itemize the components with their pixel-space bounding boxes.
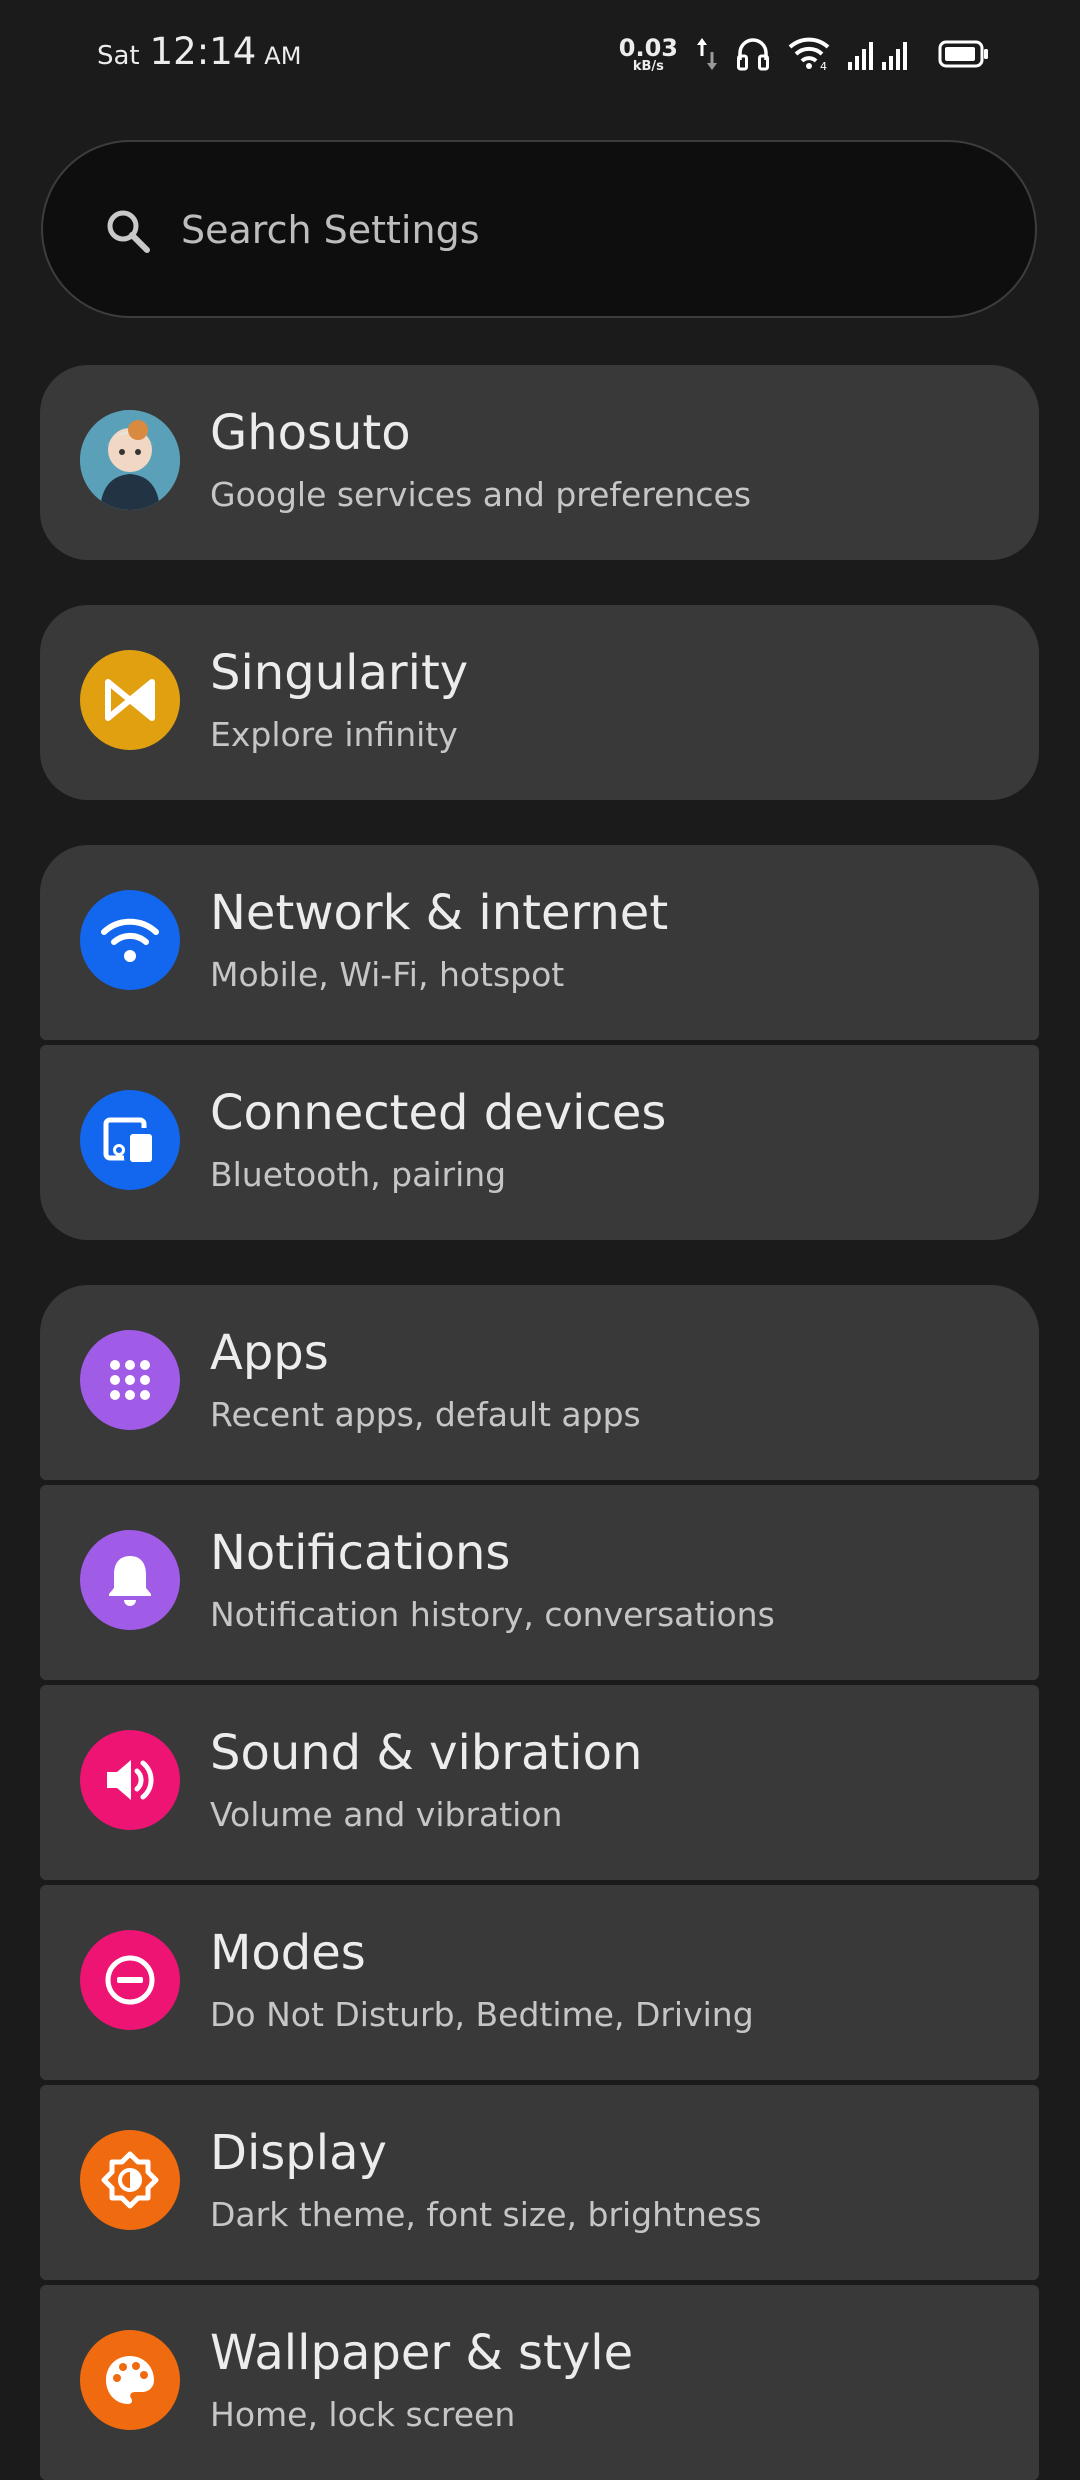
apps-grid-icon (110, 1360, 150, 1400)
status-icons: 0.03 kB/s 4 (619, 34, 990, 74)
battery-icon (938, 40, 988, 68)
item-title: Sound & vibration (210, 1725, 643, 1781)
palette-icon (106, 2356, 154, 2404)
item-subtitle: Volume and vibration (210, 1795, 563, 1834)
singularity-icon-badge (80, 650, 180, 750)
settings-item-connected-devices[interactable]: Connected devices Bluetooth, pairing (40, 1045, 1039, 1240)
avatar (80, 410, 180, 510)
item-title: Apps (210, 1325, 329, 1381)
item-title: Modes (210, 1925, 366, 1981)
settings-item-network[interactable]: Network & internet Mobile, Wi-Fi, hotspo… (40, 845, 1039, 1040)
settings-item-apps[interactable]: Apps Recent apps, default apps (40, 1285, 1039, 1480)
signal-icon (848, 42, 907, 70)
item-title: Wallpaper & style (210, 2325, 634, 2381)
status-clock: Sat 12:14 AM (97, 30, 301, 73)
bell-icon (109, 1556, 151, 1606)
network-speed-value: 0.03 (618, 33, 678, 62)
item-title: Notifications (210, 1525, 511, 1581)
status-day: Sat (97, 41, 140, 71)
devices-icon-badge (80, 1090, 180, 1190)
item-subtitle: Do Not Disturb, Bedtime, Driving (210, 1995, 754, 2034)
item-subtitle: Bluetooth, pairing (210, 1155, 507, 1194)
status-bar: Sat 12:14 AM 0.03 kB/s 4 (0, 0, 1080, 110)
wifi-icon (101, 918, 159, 962)
singularity-icon (105, 679, 155, 721)
search-input[interactable] (181, 198, 941, 262)
network-icon-badge (80, 890, 180, 990)
item-title: Connected devices (210, 1085, 667, 1141)
network-speed-unit: kB/s (632, 58, 664, 74)
notifications-icon-badge (80, 1530, 180, 1630)
item-subtitle: Home, lock screen (210, 2395, 516, 2434)
item-title: Singularity (210, 645, 469, 701)
status-ampm: AM (264, 42, 302, 70)
settings-item-sound[interactable]: Sound & vibration Volume and vibration (40, 1685, 1039, 1880)
item-subtitle: Mobile, Wi-Fi, hotspot (210, 955, 565, 994)
search-bar[interactable] (41, 140, 1037, 318)
speaker-icon (107, 1760, 154, 1800)
network-speed: 0.03 kB/s (619, 36, 678, 73)
svg-text:4: 4 (820, 60, 827, 71)
modes-icon-badge (80, 1930, 180, 2030)
wallpaper-icon-badge (80, 2330, 180, 2430)
devices-icon (103, 1117, 156, 1164)
item-title: Ghosuto (210, 405, 411, 461)
item-subtitle: Explore infinity (210, 715, 458, 754)
apps-icon-badge (80, 1330, 180, 1430)
settings-item-modes[interactable]: Modes Do Not Disturb, Bedtime, Driving (40, 1885, 1039, 2080)
settings-item-wallpaper[interactable]: Wallpaper & style Home, lock screen (40, 2285, 1039, 2480)
settings-item-account[interactable]: Ghosuto Google services and preferences (40, 365, 1039, 560)
item-title: Network & internet (210, 885, 669, 941)
search-icon (107, 210, 150, 253)
item-subtitle: Recent apps, default apps (210, 1395, 641, 1434)
settings-item-notifications[interactable]: Notifications Notification history, conv… (40, 1485, 1039, 1680)
item-subtitle: Dark theme, font size, brightness (210, 2195, 762, 2234)
arrows-updown-icon (697, 38, 717, 70)
settings-item-display[interactable]: Display Dark theme, font size, brightnes… (40, 2085, 1039, 2280)
display-icon-badge (80, 2130, 180, 2230)
brightness-icon (101, 2151, 159, 2209)
status-time: 12:14 (149, 30, 257, 73)
item-title: Display (210, 2125, 387, 2181)
avatar-image (80, 410, 180, 510)
settings-item-singularity[interactable]: Singularity Explore infinity (40, 605, 1039, 800)
do-not-disturb-icon (105, 1955, 155, 2005)
sound-icon-badge (80, 1730, 180, 1830)
wifi-icon: 4 (788, 37, 830, 71)
item-subtitle: Notification history, conversations (210, 1595, 775, 1634)
headphones-icon (737, 38, 769, 71)
item-subtitle: Google services and preferences (210, 475, 752, 514)
